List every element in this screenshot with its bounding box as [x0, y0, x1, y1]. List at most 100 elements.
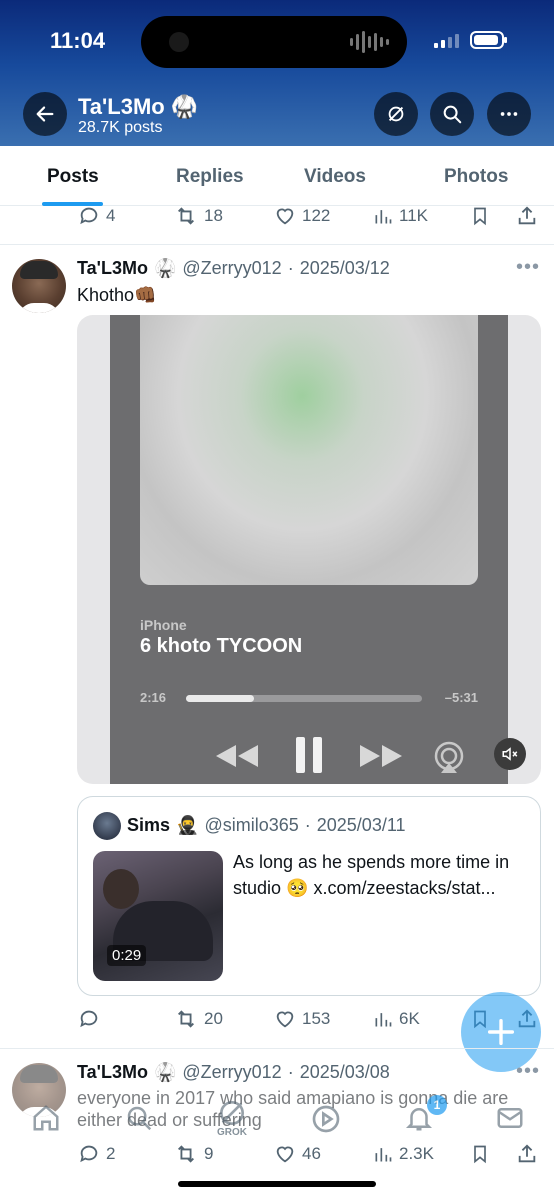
- quote-video-thumbnail[interactable]: 0:29: [93, 851, 223, 981]
- views-button[interactable]: 11K: [373, 205, 428, 227]
- airplay-icon: [434, 741, 464, 773]
- like-button[interactable]: 122: [274, 205, 330, 227]
- profile-tabs: Posts Replies Videos Photos: [0, 146, 554, 206]
- elapsed-time: 2:16: [140, 690, 167, 705]
- audio-wave-icon: [350, 30, 389, 54]
- reply-icon: [80, 207, 98, 225]
- author-name[interactable]: Ta'L3Mo: [77, 258, 148, 279]
- repost-button[interactable]: 18: [174, 205, 223, 227]
- quote-text: As long as he spends more time in studio…: [233, 852, 510, 898]
- post-header: Ta'L3Mo 🥋 @Zerryy012 · 2025/03/08: [77, 1062, 390, 1083]
- volume-mute-icon: [502, 747, 518, 761]
- more-button[interactable]: [487, 92, 531, 136]
- separator-dot: ·: [304, 815, 311, 835]
- post-date: 2025/03/08: [299, 1062, 390, 1082]
- notification-badge: 1: [427, 1095, 447, 1115]
- tab-video[interactable]: [310, 1103, 342, 1135]
- play-circle-icon: [312, 1105, 340, 1133]
- author-emoji: 🥋: [153, 1062, 177, 1082]
- progress-bar: [186, 695, 422, 702]
- video-duration: 0:29: [107, 945, 147, 966]
- dynamic-island: [141, 16, 407, 68]
- post-date: 2025/03/12: [299, 258, 390, 278]
- tab-replies[interactable]: Replies: [176, 166, 244, 188]
- back-button[interactable]: [23, 92, 67, 136]
- views-button[interactable]: 6K: [373, 1008, 420, 1030]
- quote-author-emoji: 🥷: [176, 815, 199, 835]
- search-icon: [443, 105, 462, 124]
- like-count: 122: [302, 206, 331, 225]
- view-count: 11K: [399, 206, 428, 225]
- heart-icon: [276, 1011, 294, 1028]
- separator-dot: ·: [287, 258, 294, 278]
- bookmark-icon: [474, 207, 486, 226]
- author-emoji: 🥋: [153, 258, 177, 278]
- more-dots-icon: [500, 112, 518, 116]
- profile-header: 11:04 Ta'L3Mo 🥋 28.7K posts: [0, 0, 554, 146]
- quoted-post[interactable]: Sims 🥷 @similo365 · 2025/03/11 0:29 As l…: [77, 796, 541, 996]
- author-name[interactable]: Ta'L3Mo: [77, 1062, 148, 1083]
- post-count: 28.7K posts: [78, 119, 163, 136]
- quote-author-name: Sims: [127, 815, 171, 835]
- notifications-off-button[interactable]: [374, 92, 418, 136]
- share-button[interactable]: [516, 205, 538, 227]
- separator-dot: ·: [287, 1062, 294, 1082]
- tab-videos[interactable]: Videos: [304, 166, 366, 188]
- search-button[interactable]: [430, 92, 474, 136]
- mail-icon: [497, 1108, 523, 1128]
- post-text: Khotho👊🏾: [77, 285, 157, 305]
- heart-icon: [276, 208, 294, 225]
- playback-device: iPhone: [140, 617, 187, 633]
- view-count: 6K: [399, 1009, 420, 1028]
- tab-messages[interactable]: [494, 1103, 526, 1133]
- search-icon: [127, 1106, 152, 1131]
- repost-count: 18: [204, 206, 223, 225]
- track-title: 6 khoto TYCOON: [140, 635, 303, 657]
- like-button[interactable]: 153: [274, 1008, 330, 1030]
- views-icon: [375, 1013, 392, 1027]
- bell-off-icon: [388, 106, 404, 122]
- divider: [0, 1048, 554, 1049]
- now-playing-screen: iPhone 6 khoto TYCOON 2:16 –5:31: [110, 315, 508, 784]
- divider: [0, 244, 554, 245]
- bookmark-button[interactable]: [470, 205, 490, 227]
- quote-header: Sims 🥷 @similo365 · 2025/03/11: [127, 815, 406, 836]
- views-icon: [375, 210, 392, 224]
- mute-button[interactable]: [494, 738, 526, 770]
- grok-icon: [220, 1101, 244, 1125]
- avatar[interactable]: [12, 259, 66, 313]
- remaining-time: –5:31: [444, 690, 478, 705]
- tab-home[interactable]: [30, 1103, 62, 1133]
- status-time: 11:04: [50, 28, 106, 53]
- tab-photos[interactable]: Photos: [444, 166, 508, 188]
- profile-name: Ta'L3Mo 🥋: [78, 94, 199, 119]
- post-header: Ta'L3Mo 🥋 @Zerryy012 · 2025/03/12: [77, 258, 390, 279]
- bottom-tab-bar: GROK: [0, 1085, 554, 1155]
- quote-author-handle: @similo365: [204, 815, 299, 835]
- post-more-icon[interactable]: •••: [516, 1060, 540, 1083]
- home-icon: [33, 1105, 59, 1131]
- reply-icon: [80, 1010, 98, 1028]
- grok-label: GROK: [217, 1127, 247, 1138]
- tab-search[interactable]: [124, 1103, 154, 1133]
- reply-button[interactable]: 4: [78, 205, 115, 227]
- reply-button[interactable]: [78, 1008, 106, 1030]
- quote-date: 2025/03/11: [316, 815, 406, 835]
- plus-icon: [487, 1018, 515, 1046]
- tab-posts[interactable]: Posts: [47, 166, 99, 188]
- fast-forward-icon: [360, 745, 402, 767]
- post-more-icon[interactable]: •••: [516, 256, 540, 279]
- signal-icon: [434, 34, 459, 48]
- repost-count: 20: [204, 1009, 223, 1028]
- video-media[interactable]: iPhone 6 khoto TYCOON 2:16 –5:31: [77, 315, 541, 784]
- battery-icon: [470, 31, 507, 49]
- reply-count: 4: [106, 206, 116, 225]
- repost-button[interactable]: 20: [174, 1008, 223, 1030]
- progress-fill: [186, 695, 255, 702]
- album-artwork: [140, 315, 478, 585]
- tab-grok[interactable]: GROK: [216, 1097, 248, 1138]
- rewind-icon: [216, 745, 258, 767]
- repost-icon: [178, 207, 194, 225]
- like-count: 153: [302, 1009, 331, 1028]
- share-icon: [518, 206, 536, 225]
